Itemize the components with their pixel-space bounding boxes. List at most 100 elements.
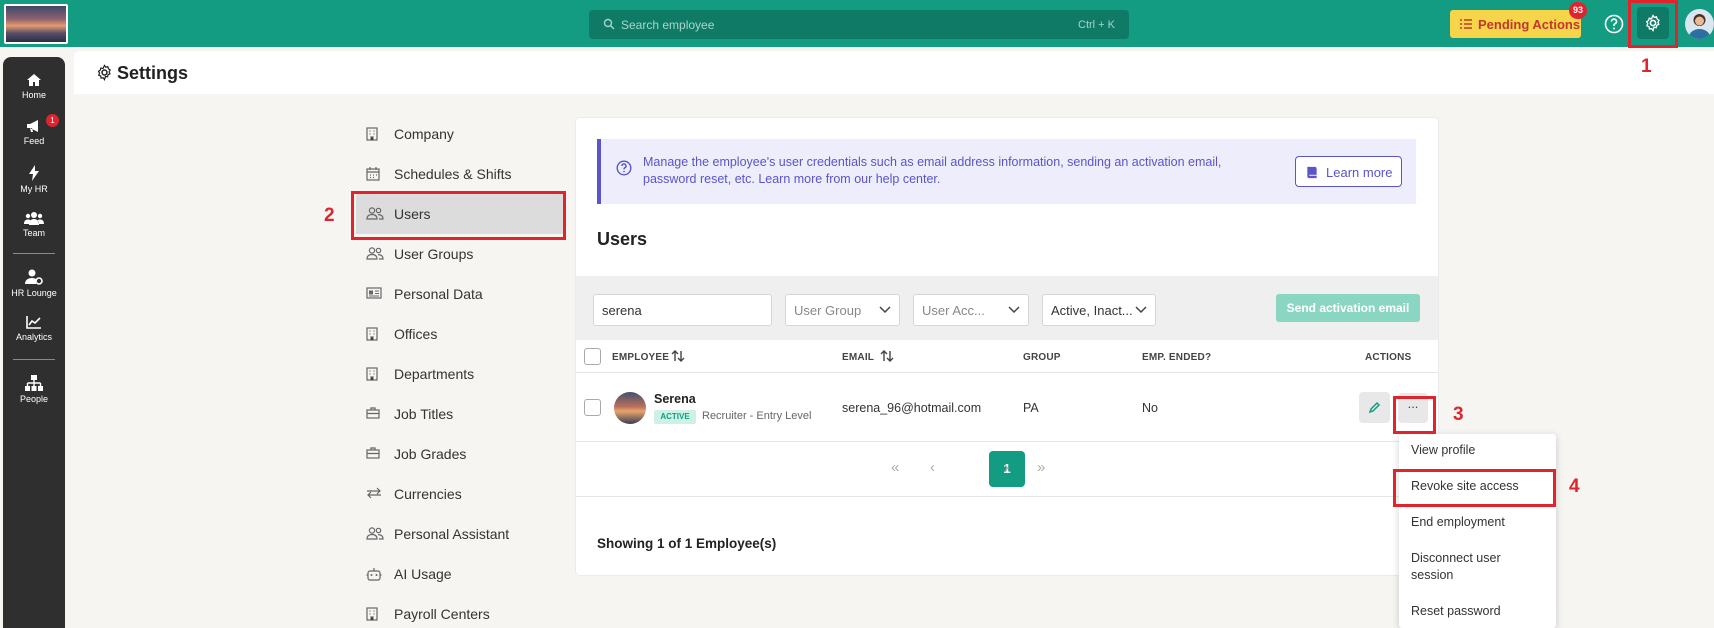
sort-icon[interactable] — [671, 349, 685, 363]
reset-password-option[interactable]: Reset password — [1411, 603, 1541, 620]
status-select[interactable]: Active, Inact... — [1042, 294, 1156, 326]
employee-email: serena_96@hotmail.com — [842, 401, 982, 415]
disconnect-session-option[interactable]: Disconnect user session — [1411, 550, 1541, 584]
highlight-box — [1393, 396, 1436, 434]
nav-hr-lounge-label: HR Lounge — [11, 288, 57, 298]
view-profile-option[interactable]: View profile — [1411, 442, 1541, 459]
nav-feed[interactable]: 1 Feed — [3, 114, 65, 146]
feed-badge: 1 — [46, 114, 59, 127]
employee-search-input[interactable]: serena — [593, 294, 772, 326]
users-card: Manage the employee's user credentials s… — [576, 118, 1438, 575]
settings-menu-personal-data[interactable]: Personal Data — [356, 274, 564, 314]
sort-icon[interactable] — [880, 349, 894, 363]
search-icon — [603, 18, 615, 30]
nav-divider — [13, 359, 55, 360]
home-icon — [27, 74, 41, 86]
chart-icon — [26, 316, 41, 329]
nav-hr-lounge[interactable]: HR Lounge — [3, 269, 65, 298]
users-icon — [366, 247, 384, 260]
nav-analytics-label: Analytics — [15, 332, 52, 342]
table-header: EMPLOYEE EMAIL GROUP EMP. ENDED? ACTIONS — [576, 340, 1438, 373]
first-page-button[interactable]: « — [891, 459, 899, 476]
info-banner: Manage the employee's user credentials s… — [597, 139, 1416, 204]
avatar — [614, 392, 646, 424]
select-all-checkbox[interactable] — [584, 348, 601, 365]
menu-label: Company — [394, 126, 454, 142]
menu-label: Schedules & Shifts — [394, 166, 512, 182]
col-emp-ended: EMP. ENDED? — [1142, 352, 1212, 363]
briefcase-icon — [366, 407, 380, 419]
settings-menu-company[interactable]: Company — [356, 114, 564, 154]
highlight-box — [351, 191, 566, 240]
user-avatar[interactable] — [1685, 9, 1714, 39]
user-access-value: User Acc... — [922, 303, 985, 318]
company-logo[interactable] — [4, 4, 68, 44]
pending-actions-label: Pending Actions — [1478, 17, 1581, 32]
settings-menu-job-titles[interactable]: Job Titles — [356, 394, 564, 434]
settings-menu-currencies[interactable]: Currencies — [356, 474, 564, 514]
user-access-select[interactable]: User Acc... — [913, 294, 1029, 326]
nav-team[interactable]: Team — [3, 211, 65, 238]
nav-my-hr[interactable]: My HR — [3, 165, 65, 194]
pencil-icon — [1368, 401, 1381, 414]
menu-label: AI Usage — [394, 566, 452, 582]
menu-label: Payroll Centers — [394, 606, 490, 622]
filter-bar: serena User Group User Acc... Active, In… — [576, 276, 1438, 340]
settings-menu-schedules[interactable]: Schedules & Shifts — [356, 154, 564, 194]
org-chart-icon — [25, 375, 43, 391]
settings-menu-ai-usage[interactable]: AI Usage — [356, 554, 564, 594]
employee-name[interactable]: Serena — [654, 392, 696, 406]
nav-home[interactable]: Home — [3, 73, 65, 100]
user-group-select[interactable]: User Group — [785, 294, 900, 326]
settings-menu-departments[interactable]: Departments — [356, 354, 564, 394]
highlight-box — [1628, 0, 1678, 48]
page-title: Settings — [117, 63, 189, 83]
col-email[interactable]: EMAIL — [842, 352, 874, 363]
edit-button[interactable] — [1359, 392, 1390, 423]
settings-menu-payroll-centers[interactable]: Payroll Centers — [356, 594, 564, 628]
settings-menu-user-groups[interactable]: User Groups — [356, 234, 564, 274]
calendar-icon — [366, 167, 380, 181]
step-number: 1 — [1641, 56, 1652, 77]
employee-ended: No — [1142, 401, 1158, 415]
end-employment-option[interactable]: End employment — [1411, 514, 1541, 531]
employee-group: PA — [1023, 401, 1039, 415]
nav-analytics[interactable]: Analytics — [3, 315, 65, 342]
actions-dropdown: View profile Revoke site access End empl… — [1399, 434, 1556, 628]
next-page-button[interactable]: › — [1004, 459, 1009, 476]
learn-more-label: Learn more — [1326, 165, 1393, 180]
user-group-value: User Group — [794, 303, 862, 318]
book-icon — [1307, 166, 1317, 179]
settings-menu-job-grades[interactable]: Job Grades — [356, 434, 564, 474]
col-employee[interactable]: EMPLOYEE — [612, 352, 669, 363]
col-group: GROUP — [1023, 352, 1061, 363]
search-placeholder: Search employee — [621, 18, 715, 32]
row-checkbox[interactable] — [584, 399, 601, 416]
nav-my-hr-label: My HR — [20, 184, 48, 194]
robot-icon — [366, 568, 382, 581]
side-nav: Home 1 Feed My HR Team HR Lounge Analyti… — [3, 57, 65, 628]
info-text: Manage the employee's user credentials s… — [643, 155, 1222, 186]
user-gear-icon — [25, 269, 43, 285]
nav-team-label: Team — [22, 228, 45, 238]
prev-page-button[interactable]: ‹ — [930, 459, 935, 476]
status-value: Active, Inact... — [1051, 303, 1133, 318]
search-input[interactable]: Search employee Ctrl + K — [589, 10, 1129, 39]
building-icon — [366, 127, 378, 141]
settings-menu-personal-assistant[interactable]: Personal Assistant — [356, 514, 564, 554]
section-title: Users — [597, 229, 648, 249]
nav-people[interactable]: People — [3, 375, 65, 404]
nav-home-label: Home — [21, 90, 46, 100]
send-activation-email-button[interactable]: Send activation email — [1276, 294, 1420, 322]
learn-more-button[interactable]: Learn more — [1295, 156, 1402, 187]
help-icon[interactable] — [1604, 14, 1624, 34]
table-row[interactable]: Serena ACTIVE Recruiter - Entry Level se… — [576, 373, 1438, 442]
pending-actions-button[interactable]: Pending Actions 93 — [1450, 2, 1587, 38]
nav-divider — [13, 253, 55, 254]
building-icon — [366, 607, 378, 621]
step-number: 4 — [1569, 476, 1580, 497]
settings-menu-offices[interactable]: Offices — [356, 314, 564, 354]
question-circle-icon — [616, 160, 632, 176]
top-bar: Search employee Ctrl + K Pending Actions… — [0, 0, 1714, 47]
last-page-button[interactable]: » — [1037, 459, 1045, 476]
